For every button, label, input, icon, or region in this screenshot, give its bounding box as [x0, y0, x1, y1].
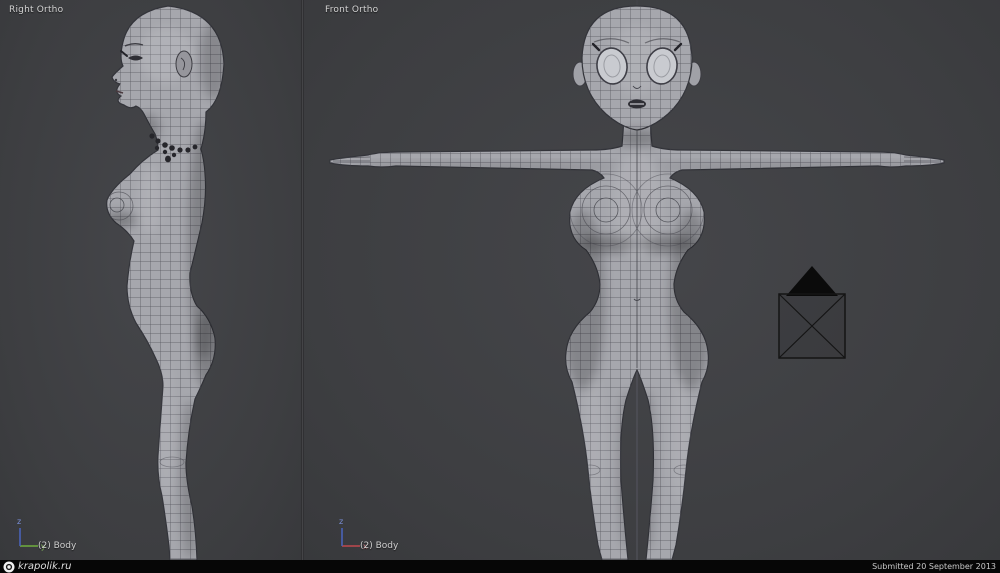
front-figure[interactable]	[320, 0, 960, 560]
active-object-label: (2) Body	[38, 541, 77, 551]
side-figure[interactable]	[90, 0, 240, 560]
view-name-label: Right Ortho	[9, 5, 64, 15]
model-front-view[interactable]	[304, 0, 1000, 560]
axis-gizmo: y z	[17, 517, 46, 551]
footer-bar: krapolik.ru Submitted 20 September 2013	[0, 560, 1000, 573]
view-name-label: Front Ortho	[325, 5, 379, 15]
watermark-text: krapolik.ru	[18, 561, 72, 572]
axis-vertical-label: z	[339, 517, 343, 526]
active-object-label: (2) Body	[360, 541, 399, 551]
axis-gizmo: x z	[339, 517, 368, 551]
model-side-view[interactable]	[0, 0, 301, 560]
submitted-date-label: Submitted 20 September 2013	[872, 562, 996, 571]
watermark-logo-icon	[3, 561, 15, 572]
scene-object-marker[interactable]	[778, 266, 846, 359]
blender-window: Right Ortho y z (2) Body Front Ortho x z…	[0, 0, 1000, 573]
watermark: krapolik.ru	[0, 560, 71, 573]
axis-vertical-label: z	[17, 517, 21, 526]
viewport-right-ortho[interactable]: Right Ortho y z (2) Body	[0, 0, 302, 560]
viewport-front-ortho[interactable]: Front Ortho x z (2) Body	[304, 0, 1000, 560]
